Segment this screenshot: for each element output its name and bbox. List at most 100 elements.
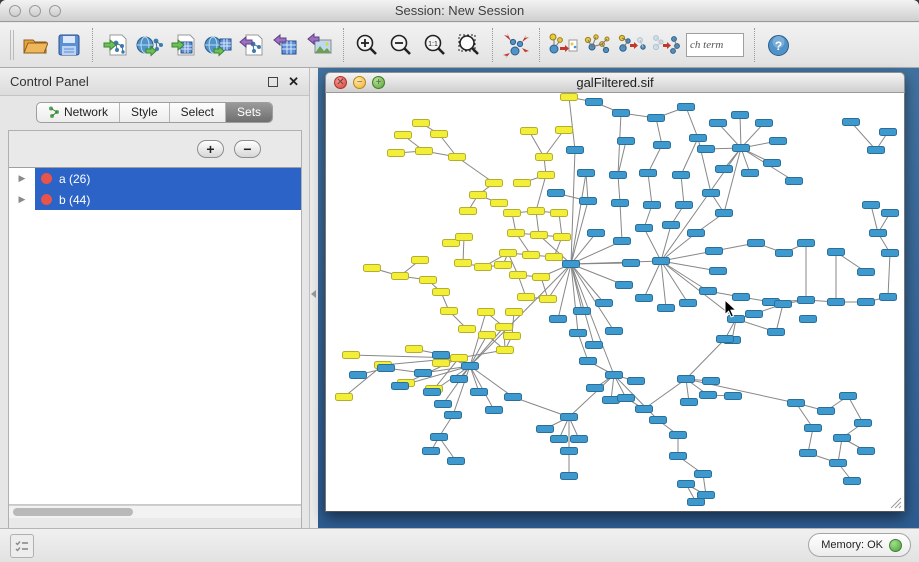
import-network-file-button[interactable]: [99, 28, 133, 62]
set-row[interactable]: ▶ a (26): [9, 168, 301, 189]
graph-node: [588, 230, 605, 237]
export-image-button[interactable]: [303, 28, 337, 62]
expander-triangle-icon[interactable]: ▶: [9, 194, 35, 205]
set-row[interactable]: ▶ b (44): [9, 189, 301, 210]
import-table-url-button[interactable]: [201, 28, 235, 62]
graph-node: [603, 397, 620, 404]
minimize-network-button[interactable]: [353, 76, 366, 89]
graph-node: [518, 294, 535, 301]
toolbar-separator: [492, 28, 493, 62]
graph-node: [828, 249, 845, 256]
hide-selected-button[interactable]: [614, 28, 648, 62]
import-network-url-button[interactable]: [133, 28, 167, 62]
graph-node: [828, 299, 845, 306]
graph-node: [504, 210, 521, 217]
panel-splitter[interactable]: [310, 68, 318, 528]
export-table-button[interactable]: [269, 28, 303, 62]
import-table-file-button[interactable]: [167, 28, 201, 62]
task-history-button[interactable]: [10, 534, 34, 558]
graph-node: [420, 277, 437, 284]
show-all-button[interactable]: [648, 28, 682, 62]
graph-node: [775, 301, 792, 308]
memory-ok-indicator: [889, 539, 902, 552]
graph-node: [880, 294, 897, 301]
expander-triangle-icon[interactable]: ▶: [9, 173, 35, 184]
tab-style[interactable]: Style: [120, 103, 170, 122]
float-panel-icon[interactable]: [268, 77, 278, 87]
tab-select[interactable]: Select: [170, 103, 226, 122]
graph-node: [706, 248, 723, 255]
close-network-button[interactable]: [334, 76, 347, 89]
graph-node: [528, 208, 545, 215]
toolbar-separator: [343, 28, 344, 62]
sets-list[interactable]: ▶ a (26) ▶ b (44): [9, 167, 301, 505]
graph-node: [776, 250, 793, 257]
graph-node: [395, 132, 412, 139]
graph-node: [486, 407, 503, 414]
network-window[interactable]: galFiltered.sif: [325, 72, 905, 512]
remove-set-button[interactable]: −: [234, 140, 261, 158]
maximize-network-button[interactable]: [372, 76, 385, 89]
graph-node: [858, 299, 875, 306]
add-set-button[interactable]: +: [197, 140, 224, 158]
close-panel-icon[interactable]: ✕: [288, 77, 299, 87]
mouse-cursor: [724, 299, 737, 318]
tab-sets[interactable]: Sets: [226, 103, 272, 122]
graph-node: [586, 99, 603, 106]
graph-node: [855, 420, 872, 427]
graph-node: [433, 360, 450, 367]
graph-node: [768, 329, 785, 336]
graph-node: [531, 232, 548, 239]
graph-node: [640, 170, 657, 177]
zoom-selected-region-button[interactable]: [452, 28, 486, 62]
tab-network[interactable]: Network: [37, 103, 120, 122]
network-window-titlebar[interactable]: galFiltered.sif: [325, 72, 905, 93]
zoom-actual-size-button[interactable]: 1:1: [418, 28, 452, 62]
open-file-button[interactable]: [18, 28, 52, 62]
toolbar-grip: [10, 30, 14, 60]
zoom-out-button[interactable]: [384, 28, 418, 62]
graph-node: [700, 288, 717, 295]
graph-node: [416, 148, 433, 155]
graph-node: [676, 202, 693, 209]
graph-node: [670, 453, 687, 460]
graph-node: [678, 376, 695, 383]
graph-node: [551, 436, 568, 443]
export-image-icon: [307, 33, 333, 57]
search-input[interactable]: [686, 33, 744, 57]
app-titlebar[interactable]: Session: New Session: [0, 0, 919, 22]
graph-node: [378, 365, 395, 372]
graph-node: [491, 200, 508, 207]
network-canvas[interactable]: [325, 93, 905, 512]
graph-node: [561, 94, 578, 101]
graph-node: [475, 264, 492, 271]
graph-node: [818, 408, 835, 415]
graph-node: [764, 160, 781, 167]
zoom-in-button[interactable]: [350, 28, 384, 62]
graph-node: [554, 234, 571, 241]
scrollbar-thumb[interactable]: [13, 508, 133, 516]
collapse-panel-arrow-icon[interactable]: [311, 290, 316, 298]
apply-preferred-layout-button[interactable]: [499, 28, 533, 62]
graph-node: [459, 326, 476, 333]
graph-node: [858, 448, 875, 455]
graph-node: [800, 450, 817, 457]
resize-grip-icon[interactable]: [889, 496, 902, 509]
graph-node: [523, 252, 540, 259]
select-first-neighbors-button[interactable]: [580, 28, 614, 62]
graph-node: [616, 282, 633, 289]
graph-node: [538, 172, 555, 179]
graph-node: [703, 378, 720, 385]
graph-node: [670, 432, 687, 439]
memory-status-badge[interactable]: Memory: OK: [808, 533, 911, 557]
new-network-from-selection-button[interactable]: [546, 28, 580, 62]
save-session-button[interactable]: [52, 28, 86, 62]
graph-node: [449, 154, 466, 161]
horizontal-scrollbar[interactable]: [9, 505, 301, 518]
graph-node: [533, 274, 550, 281]
help-button[interactable]: ?: [761, 28, 795, 62]
graph-node: [717, 336, 734, 343]
graph-node: [830, 460, 847, 467]
export-network-button[interactable]: [235, 28, 269, 62]
graph-node: [648, 115, 665, 122]
